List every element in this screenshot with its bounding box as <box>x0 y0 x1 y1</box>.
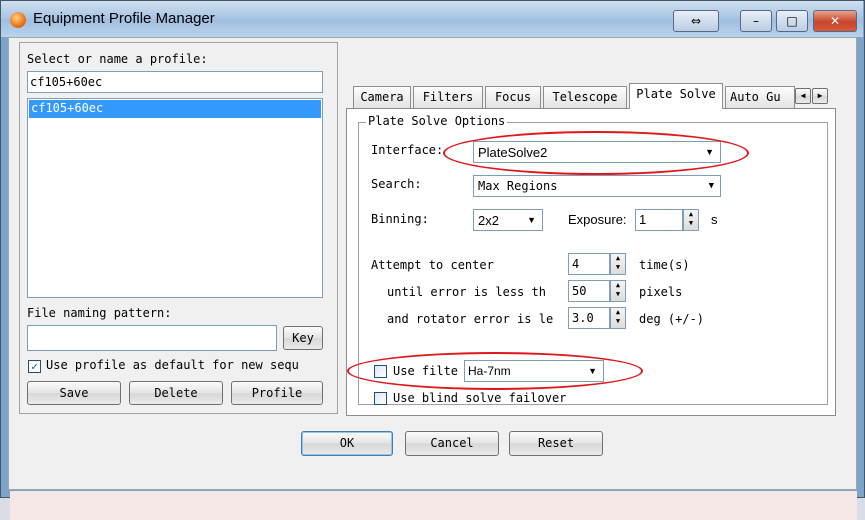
tab-scroll-left-icon[interactable]: ◀ <box>795 88 811 104</box>
chevron-down-icon: ▼ <box>705 147 714 157</box>
blind-solve-checkbox[interactable] <box>374 392 387 405</box>
attempt-center-unit: time(s) <box>639 258 690 272</box>
delete-button[interactable]: Delete <box>129 381 223 405</box>
exposure-spinner[interactable]: ▲ ▼ <box>683 209 699 231</box>
maximize-button[interactable]: □ <box>776 10 808 32</box>
rotator-error-label: and rotator error is le <box>387 312 554 326</box>
ok-button[interactable]: OK <box>301 431 393 456</box>
error-threshold-unit: pixels <box>639 285 683 299</box>
file-naming-label: File naming pattern: <box>27 306 172 320</box>
select-profile-label: Select or name a profile: <box>27 52 208 66</box>
interface-combo-value: PlateSolve2 <box>478 145 548 160</box>
window-title: Equipment Profile Manager <box>33 10 215 27</box>
key-button[interactable]: Key <box>283 326 323 350</box>
tab-plate-solve[interactable]: Plate Solve <box>629 83 723 109</box>
attempt-center-spinner[interactable]: ▲ ▼ <box>610 253 626 275</box>
filter-combo-value: Ha-7nm <box>468 364 511 378</box>
blind-solve-label: Use blind solve failover <box>393 391 567 405</box>
status-footer <box>10 491 857 520</box>
profile-button[interactable]: Profile <box>231 381 323 405</box>
reset-button[interactable]: Reset <box>509 431 603 456</box>
tab-telescope[interactable]: Telescope <box>543 86 627 108</box>
exposure-input[interactable]: 1 <box>635 209 683 231</box>
chevron-down-icon: ▼ <box>708 181 714 191</box>
plate-solve-options-title: Plate Solve Options <box>366 114 508 128</box>
app-icon <box>10 12 26 28</box>
use-filter-checkbox[interactable] <box>374 365 387 378</box>
search-label: Search: <box>371 177 422 191</box>
file-naming-input[interactable] <box>27 325 277 351</box>
exposure-label: Exposure: <box>568 212 627 227</box>
attempt-center-label: Attempt to center <box>371 258 494 272</box>
interface-combo[interactable]: PlateSolve2 ▼ <box>473 141 721 163</box>
search-combo[interactable]: Max Regions ▼ <box>473 175 721 197</box>
search-combo-value: Max Regions <box>478 179 558 193</box>
tab-camera[interactable]: Camera <box>353 86 411 108</box>
filter-combo[interactable]: Ha-7nm ▼ <box>464 360 604 382</box>
chevron-down-icon: ▼ <box>527 215 536 225</box>
cancel-button[interactable]: Cancel <box>405 431 499 456</box>
rotator-error-unit: deg (+/-) <box>639 312 705 326</box>
dialog-client-area: Select or name a profile: cf105+60ec cf1… <box>8 37 857 520</box>
chevron-down-icon: ▼ <box>588 366 597 376</box>
tab-focus[interactable]: Focus <box>485 86 541 108</box>
binning-label: Binning: <box>371 212 429 226</box>
default-profile-label: Use profile as default for new sequ <box>46 358 299 372</box>
rotator-error-input[interactable]: 3.0 <box>568 307 610 329</box>
tab-scroll-right-icon[interactable]: ▶ <box>812 88 828 104</box>
default-profile-checkbox[interactable]: ✓ <box>28 360 41 373</box>
plate-solve-tab-page: Plate Solve Options Interface: PlateSolv… <box>346 108 836 416</box>
title-bar[interactable]: Equipment Profile Manager ⇔ – □ ✕ <box>1 1 863 37</box>
rotator-error-spinner[interactable]: ▲ ▼ <box>610 307 626 329</box>
tab-auto-guide[interactable]: Auto Gu <box>725 86 795 108</box>
profile-list[interactable]: cf105+60ec <box>27 98 323 298</box>
profile-name-input[interactable]: cf105+60ec <box>27 71 323 93</box>
use-filter-label: Use filte <box>393 364 459 378</box>
error-threshold-label: until error is less th <box>387 285 546 299</box>
minimize-button[interactable]: – <box>740 10 772 32</box>
list-item[interactable]: cf105+60ec <box>29 100 321 118</box>
attempt-center-input[interactable]: 4 <box>568 253 610 275</box>
tab-filters[interactable]: Filters <box>413 86 483 108</box>
error-threshold-spinner[interactable]: ▲ ▼ <box>610 280 626 302</box>
binning-combo[interactable]: 2x2 ▼ <box>473 209 543 231</box>
interface-label: Interface: <box>371 143 444 157</box>
binning-combo-value: 2x2 <box>478 213 499 228</box>
close-button[interactable]: ✕ <box>813 10 857 32</box>
save-button[interactable]: Save <box>27 381 121 405</box>
restore-arrows-button[interactable]: ⇔ <box>673 10 719 32</box>
error-threshold-input[interactable]: 50 <box>568 280 610 302</box>
exposure-unit: s <box>711 212 718 227</box>
